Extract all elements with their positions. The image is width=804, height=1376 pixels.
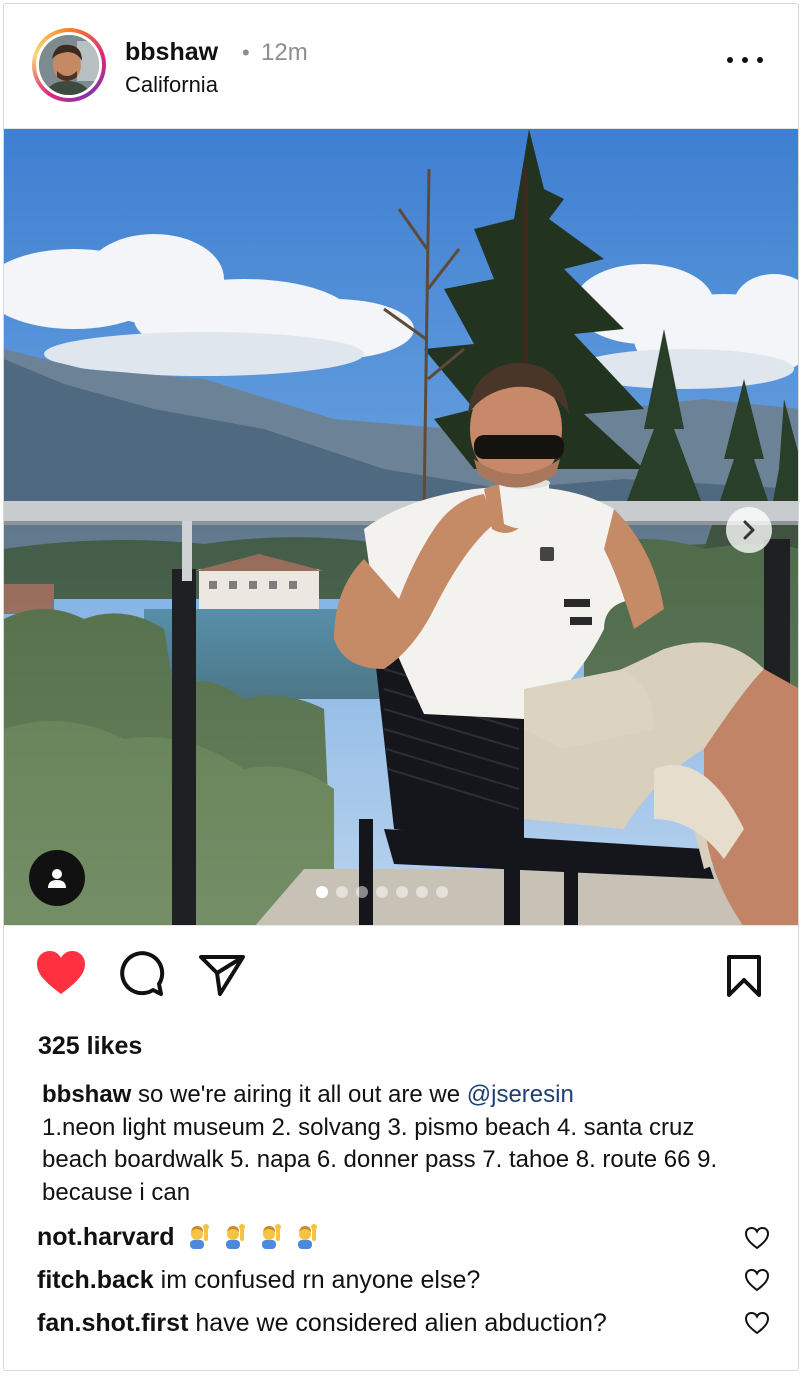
- bookmark-icon: [727, 955, 761, 997]
- comment-icon: [120, 951, 165, 996]
- user-tag-button[interactable]: [29, 850, 85, 906]
- comment-like-icon[interactable]: [744, 1310, 770, 1336]
- comment-button[interactable]: [117, 950, 165, 1003]
- post-location[interactable]: California: [125, 72, 218, 98]
- caption-username[interactable]: bbshaw: [42, 1081, 131, 1108]
- person-raising-hand-emoji: [261, 1224, 281, 1249]
- comment-emojis: [175, 1223, 321, 1251]
- post-header: bbshaw • 12m California: [4, 4, 798, 128]
- carousel-dot: [436, 886, 448, 898]
- chevron-right-icon: [743, 520, 755, 540]
- comment-username[interactable]: fitch.back: [37, 1266, 154, 1294]
- caption-list: 1.neon light museum 2. solvang 3. pismo …: [42, 1113, 718, 1206]
- heart-filled-icon: [37, 951, 85, 994]
- share-button[interactable]: [198, 952, 246, 1001]
- comment-item: not.harvard: [37, 1223, 321, 1252]
- comment-like-icon[interactable]: [744, 1225, 770, 1251]
- carousel-dot: [376, 886, 388, 898]
- post-caption: bbshaw so we're airing it all out are we…: [42, 1079, 762, 1209]
- carousel-dot: [396, 886, 408, 898]
- comment-text: have we considered alien abduction?: [188, 1309, 607, 1337]
- send-icon: [199, 955, 245, 996]
- carousel-dots: [316, 886, 448, 898]
- comment-item: fan.shot.first have we considered alien …: [37, 1309, 607, 1338]
- user-tag-icon: [48, 869, 66, 888]
- caption-mention[interactable]: @jseresin: [467, 1081, 574, 1108]
- post-photo: [4, 129, 798, 925]
- more-horizontal-icon[interactable]: [726, 48, 764, 72]
- carousel-dot: [316, 886, 328, 898]
- comment-item: fitch.back im confused rn anyone else?: [37, 1266, 480, 1295]
- like-button[interactable]: [35, 950, 87, 1001]
- carousel-dot: [356, 886, 368, 898]
- post-card: bbshaw • 12m California 325 likes bbshaw…: [3, 3, 799, 1371]
- save-button[interactable]: [724, 954, 764, 1003]
- comment-username[interactable]: fan.shot.first: [37, 1309, 188, 1337]
- comment-like-icon[interactable]: [744, 1267, 770, 1293]
- post-time: 12m: [261, 39, 308, 66]
- person-raising-hand-emoji: [189, 1224, 209, 1249]
- post-username[interactable]: bbshaw: [125, 38, 218, 67]
- comment-text: im confused rn anyone else?: [153, 1266, 481, 1294]
- avatar[interactable]: [32, 28, 106, 102]
- action-bar: [4, 926, 798, 1026]
- caption-text: so we're airing it all out are we: [131, 1081, 467, 1108]
- person-raising-hand-emoji: [225, 1224, 245, 1249]
- avatar-image: [39, 35, 99, 95]
- separator-dot: •: [242, 40, 250, 65]
- person-raising-hand-emoji: [297, 1224, 317, 1249]
- carousel-next-button[interactable]: [726, 507, 772, 553]
- post-image[interactable]: [4, 128, 798, 926]
- comment-username[interactable]: not.harvard: [37, 1223, 175, 1251]
- carousel-dot: [416, 886, 428, 898]
- carousel-dot: [336, 886, 348, 898]
- likes-count[interactable]: 325 likes: [38, 1032, 142, 1061]
